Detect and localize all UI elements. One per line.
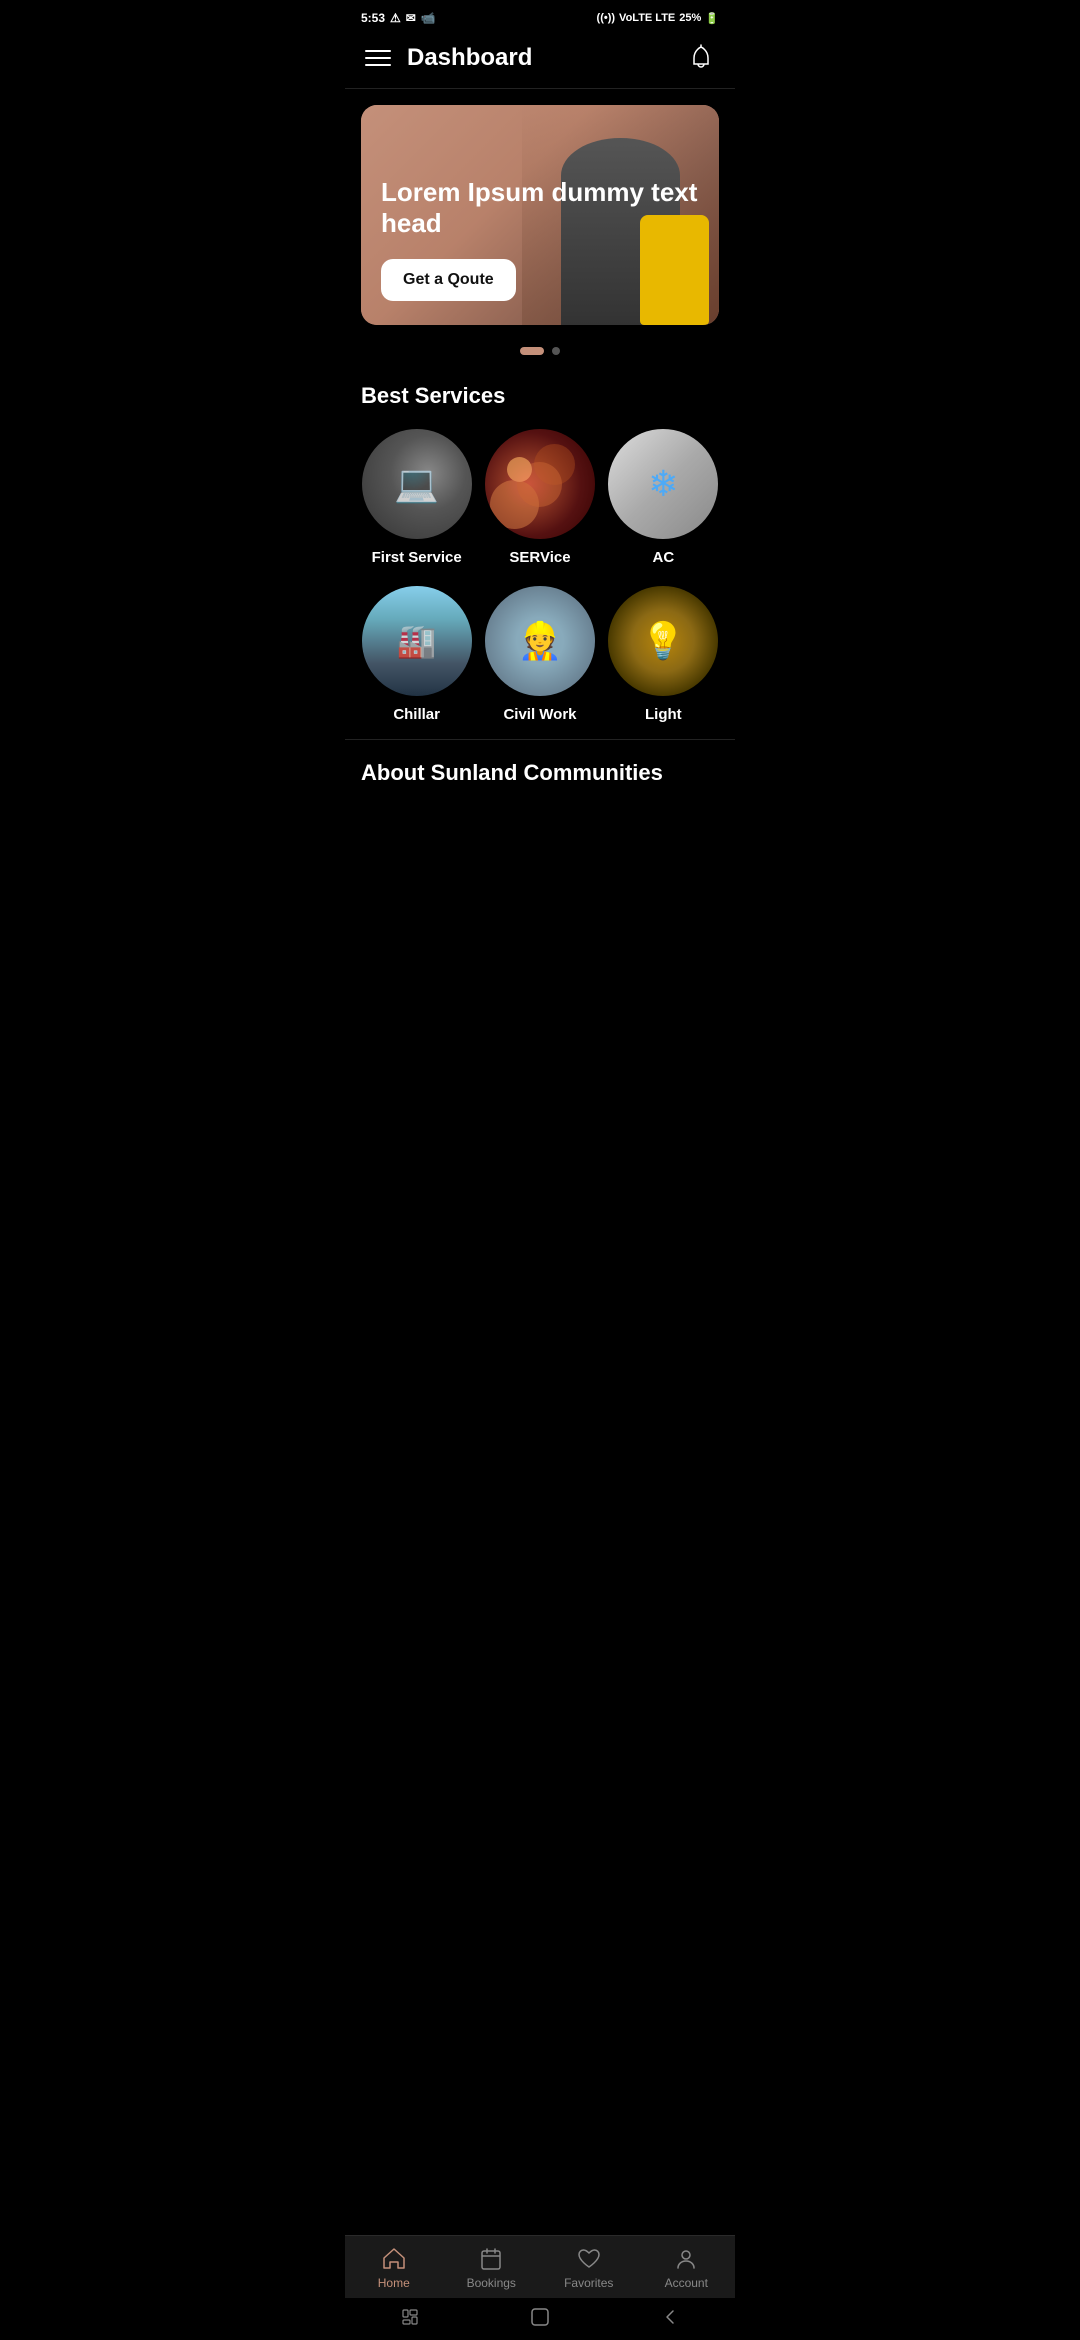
services-grid: First Service SERVice AC Chillar Civil W… — [361, 429, 719, 723]
get-quote-button[interactable]: Get a Qoute — [381, 259, 516, 301]
time: 5:53 — [361, 11, 385, 25]
about-section: About Sunland Communities — [345, 739, 735, 802]
bookings-icon — [478, 2246, 504, 2272]
navigation-bottom: Home Bookings Favorites — [345, 2235, 735, 2340]
nav-label-bookings: Bookings — [467, 2276, 516, 2290]
status-left: 5:53 ⚠ ✉ 📹 — [361, 11, 436, 25]
service-circle-light — [608, 586, 718, 696]
best-services-section: Best Services First Service SERVice AC C… — [345, 375, 735, 739]
hero-section: Lorem Ipsum dummy text head Get a Qoute — [345, 89, 735, 333]
service-label-service: SERVice — [509, 549, 570, 566]
video-icon: 📹 — [421, 11, 436, 25]
system-nav — [345, 2298, 735, 2340]
nav-item-account[interactable]: Account — [638, 2246, 736, 2290]
best-services-title: Best Services — [361, 383, 719, 409]
home-icon — [381, 2246, 407, 2272]
about-title: About Sunland Communities — [361, 760, 719, 786]
status-bar: 5:53 ⚠ ✉ 📹 ((•)) VoLTE LTE 25% 🔋 — [345, 0, 735, 32]
app-nav: Home Bookings Favorites — [345, 2235, 735, 2298]
hamburger-line-2 — [365, 57, 391, 59]
hamburger-line-1 — [365, 50, 391, 52]
signal-info: VoLTE LTE — [619, 12, 675, 24]
header-left: Dashboard — [365, 44, 532, 72]
service-label-ac: AC — [652, 549, 674, 566]
home-button[interactable] — [529, 2306, 551, 2328]
service-item-ac[interactable]: AC — [608, 429, 719, 566]
service-circle-civil-work — [485, 586, 595, 696]
recent-apps-button[interactable] — [399, 2306, 421, 2328]
service-label-light: Light — [645, 706, 682, 723]
wifi-icon: ((•)) — [597, 12, 616, 24]
carousel-dot-2[interactable] — [552, 347, 560, 355]
service-circle-chillar — [362, 586, 472, 696]
service-item-service[interactable]: SERVice — [484, 429, 595, 566]
back-button[interactable] — [659, 2306, 681, 2328]
nav-item-favorites[interactable]: Favorites — [540, 2246, 638, 2290]
service-item-civil-work[interactable]: Civil Work — [484, 586, 595, 723]
page-title: Dashboard — [407, 44, 532, 72]
hero-card: Lorem Ipsum dummy text head Get a Qoute — [361, 105, 719, 325]
service-circle-ac — [608, 429, 718, 539]
carousel-dots — [345, 333, 735, 375]
notification-button[interactable] — [687, 44, 715, 72]
favorites-icon — [576, 2246, 602, 2272]
service-label-chillar: Chillar — [393, 706, 440, 723]
service-label-first-service: First Service — [372, 549, 462, 566]
carousel-dot-1[interactable] — [520, 347, 544, 355]
status-right: ((•)) VoLTE LTE 25% 🔋 — [597, 12, 719, 25]
header: Dashboard — [345, 32, 735, 89]
service-item-chillar[interactable]: Chillar — [361, 586, 472, 723]
menu-button[interactable] — [365, 50, 391, 66]
service-item-light[interactable]: Light — [608, 586, 719, 723]
hero-title: Lorem Ipsum dummy text head — [381, 177, 699, 239]
nav-item-home[interactable]: Home — [345, 2246, 443, 2290]
warning-icon: ⚠ — [390, 11, 401, 25]
account-icon — [673, 2246, 699, 2272]
nav-label-favorites: Favorites — [564, 2276, 613, 2290]
service-circle-first-service — [362, 429, 472, 539]
hamburger-line-3 — [365, 64, 391, 66]
battery-percent: 25% — [679, 12, 701, 24]
nav-label-home: Home — [378, 2276, 410, 2290]
battery-icon: 🔋 — [705, 12, 719, 25]
nav-item-bookings[interactable]: Bookings — [443, 2246, 541, 2290]
mail-icon: ✉ — [406, 11, 416, 25]
service-label-civil-work: Civil Work — [503, 706, 576, 723]
service-item-first-service[interactable]: First Service — [361, 429, 472, 566]
nav-label-account: Account — [665, 2276, 708, 2290]
service-circle-service — [485, 429, 595, 539]
hero-content: Lorem Ipsum dummy text head Get a Qoute — [361, 153, 719, 325]
